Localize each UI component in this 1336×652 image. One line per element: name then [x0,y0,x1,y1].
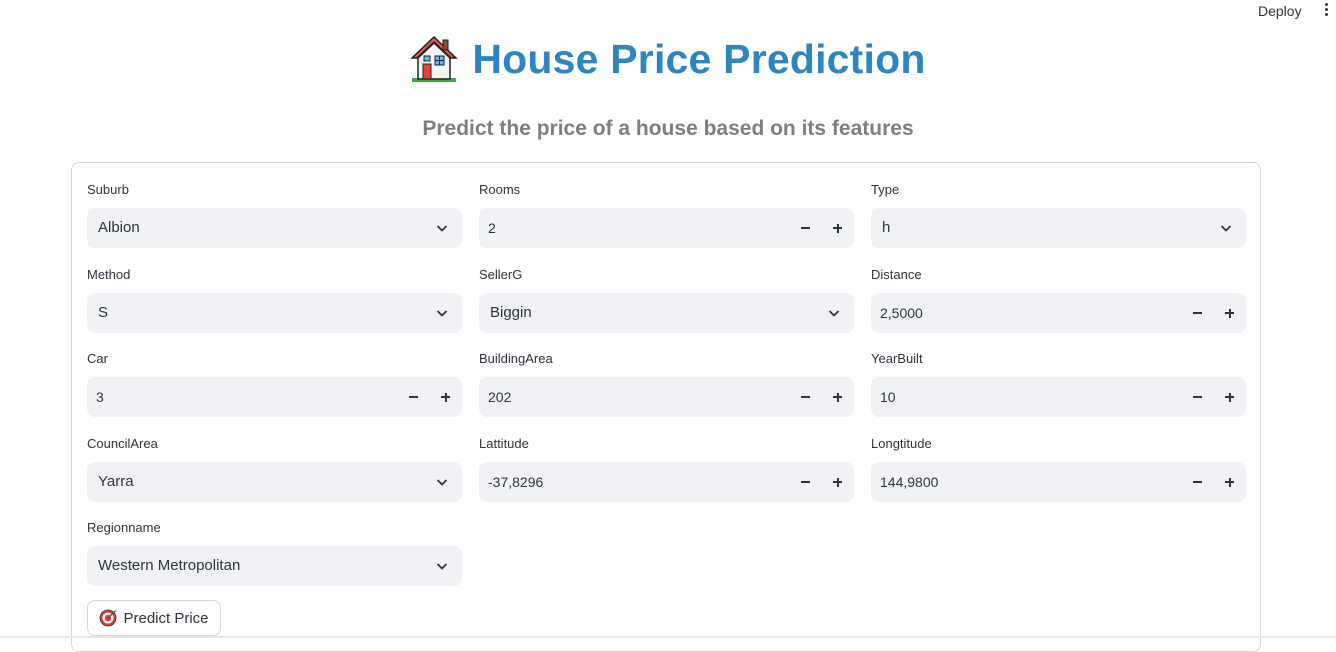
predict-price-label: Predict Price [123,609,209,627]
distance-value: 2,5000 [880,305,923,321]
distance-label: Distance [871,267,922,282]
building-area-decrement-button[interactable] [789,377,821,417]
type-label: Type [871,182,900,197]
car-field: Car 3 [87,350,462,417]
method-select[interactable]: S [87,293,462,333]
rooms-number-input[interactable]: 2 [479,208,854,248]
target-icon [100,609,117,627]
suburb-field: Suburb Albion [87,181,462,248]
deploy-button[interactable]: Deploy [1248,3,1312,19]
chevron-down-icon [828,310,840,317]
lattitude-field: Lattitude -37,8296 [479,435,854,502]
distance-field: Distance 2,5000 [871,266,1246,333]
car-increment-button[interactable] [429,377,461,417]
rooms-field: Rooms 2 [479,181,854,248]
lattitude-decrement-button[interactable] [789,462,821,502]
year-built-increment-button[interactable] [1213,377,1245,417]
chevron-down-icon [436,563,448,570]
distance-number-input[interactable]: 2,5000 [871,293,1246,333]
page-title: House Price Prediction [472,35,926,82]
sellerg-label: SellerG [479,267,523,282]
house-icon [410,35,459,82]
year-built-decrement-button[interactable] [1181,377,1213,417]
page-header: House Price Prediction [0,34,1336,90]
distance-decrement-button[interactable] [1181,293,1213,333]
council-area-field: CouncilArea Yarra [87,435,462,502]
regionname-field: Regionname Western Metropolitan [87,519,462,586]
chevron-down-icon [436,225,448,232]
year-built-number-input[interactable]: 10 [871,377,1246,417]
predict-price-button[interactable]: Predict Price [87,600,221,636]
chevron-down-icon [1220,225,1232,232]
chevron-down-icon [436,310,448,317]
method-field: Method S [87,266,462,333]
regionname-select[interactable]: Western Metropolitan [87,546,462,586]
chevron-down-icon [436,479,448,486]
car-value: 3 [96,389,104,405]
rooms-label: Rooms [479,182,521,197]
longtitude-field: Longtitude 144,9800 [871,435,1246,502]
type-field: Type h [871,181,1246,248]
lattitude-value: -37,8296 [488,474,544,490]
longtitude-increment-button[interactable] [1213,462,1245,502]
lattitude-increment-button[interactable] [821,462,853,502]
kebab-menu-icon[interactable] [1318,2,1334,20]
building-area-increment-button[interactable] [821,377,853,417]
sellerg-select[interactable]: Biggin [479,293,854,333]
rooms-increment-button[interactable] [821,208,853,248]
longtitude-label: Longtitude [871,436,932,451]
top-bar: Deploy [0,0,1336,24]
car-decrement-button[interactable] [397,377,429,417]
car-number-input[interactable]: 3 [87,377,462,417]
council-area-label: CouncilArea [87,436,158,451]
lattitude-number-input[interactable]: -37,8296 [479,462,854,502]
regionname-label: Regionname [87,520,161,535]
sellerg-value: Biggin [490,304,532,321]
year-built-field: YearBuilt 10 [871,350,1246,417]
year-built-value: 10 [880,389,896,405]
suburb-value: Albion [98,219,140,236]
type-value: h [882,219,891,236]
suburb-select[interactable]: Albion [87,208,462,248]
suburb-label: Suburb [87,182,129,197]
building-area-value: 202 [488,389,512,405]
lattitude-label: Lattitude [479,436,529,451]
rooms-decrement-button[interactable] [789,208,821,248]
distance-increment-button[interactable] [1213,293,1245,333]
longtitude-decrement-button[interactable] [1181,462,1213,502]
council-area-select[interactable]: Yarra [87,462,462,502]
method-value: S [98,304,109,321]
regionname-value: Western Metropolitan [98,557,241,574]
sellerg-field: SellerG Biggin [479,266,854,333]
rooms-value: 2 [488,220,496,236]
method-label: Method [87,267,131,282]
longtitude-number-input[interactable]: 144,9800 [871,462,1246,502]
building-area-number-input[interactable]: 202 [479,377,854,417]
building-area-label: BuildingArea [479,351,553,366]
building-area-field: BuildingArea 202 [479,350,854,417]
year-built-label: YearBuilt [871,351,923,366]
page-subtitle: Predict the price of a house based on it… [422,117,914,140]
council-area-value: Yarra [98,473,134,490]
type-select[interactable]: h [871,208,1246,248]
longtitude-value: 144,9800 [880,474,939,490]
car-label: Car [87,351,108,366]
